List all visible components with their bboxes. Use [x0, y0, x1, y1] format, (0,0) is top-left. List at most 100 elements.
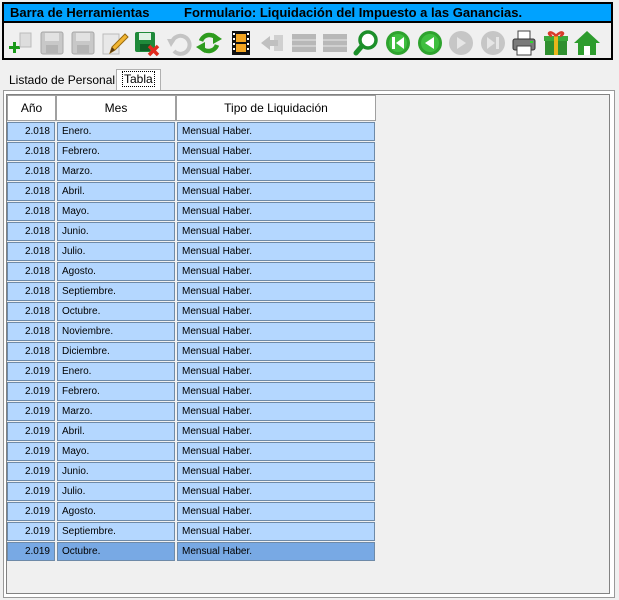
previous-record-button[interactable]: [416, 29, 444, 57]
delete-record-button[interactable]: [132, 29, 160, 57]
cell-mes[interactable]: Mayo.: [57, 202, 175, 221]
toolbar-title: Barra de Herramientas: [10, 5, 150, 20]
cell-mes[interactable]: Enero.: [57, 122, 175, 141]
cell-tipo[interactable]: Mensual Haber.: [177, 162, 375, 181]
column-header-anio[interactable]: Año: [7, 95, 56, 121]
cell-tipo[interactable]: Mensual Haber.: [177, 222, 375, 241]
cell-anio[interactable]: 2.019: [7, 462, 55, 481]
last-record-button: [479, 29, 507, 57]
cell-anio[interactable]: 2.018: [7, 182, 55, 201]
cell-mes[interactable]: Junio.: [57, 222, 175, 241]
printer-button[interactable]: [510, 29, 538, 57]
cell-tipo[interactable]: Mensual Haber.: [177, 402, 375, 421]
cell-tipo[interactable]: Mensual Haber.: [177, 382, 375, 401]
cell-anio[interactable]: 2.018: [7, 222, 55, 241]
cell-anio[interactable]: 2.019: [7, 522, 55, 541]
cell-anio[interactable]: 2.019: [7, 482, 55, 501]
cell-anio[interactable]: 2.018: [7, 262, 55, 281]
cell-tipo[interactable]: Mensual Haber.: [177, 502, 375, 521]
save-button: [38, 29, 66, 57]
undo-button: [164, 29, 192, 57]
cell-mes[interactable]: Abril.: [57, 422, 175, 441]
cell-anio[interactable]: 2.019: [7, 382, 55, 401]
cell-anio[interactable]: 2.019: [7, 542, 55, 561]
cell-anio[interactable]: 2.018: [7, 162, 55, 181]
search-button[interactable]: [353, 29, 381, 57]
home-icon: [574, 31, 600, 55]
refresh-button[interactable]: [195, 29, 223, 57]
cell-tipo[interactable]: Mensual Haber.: [177, 282, 375, 301]
delete-record-icon: [135, 32, 160, 57]
cell-tipo[interactable]: Mensual Haber.: [177, 422, 375, 441]
cell-anio[interactable]: 2.019: [7, 442, 55, 461]
add-button[interactable]: [6, 29, 34, 57]
cell-anio[interactable]: 2.018: [7, 202, 55, 221]
grid-icon: [291, 34, 316, 52]
cell-mes[interactable]: Mayo.: [57, 442, 175, 461]
cell-mes[interactable]: Octubre.: [57, 302, 175, 321]
grid-alt-button: [321, 29, 349, 57]
last-record-icon: [480, 31, 505, 55]
cell-tipo[interactable]: Mensual Haber.: [177, 182, 375, 201]
cell-tipo[interactable]: Mensual Haber.: [177, 122, 375, 141]
cell-mes[interactable]: Enero.: [57, 362, 175, 381]
next-record-icon: [449, 31, 473, 55]
cell-anio[interactable]: 2.019: [7, 402, 55, 421]
printer-icon: [512, 30, 536, 56]
cell-mes[interactable]: Septiembre.: [57, 522, 175, 541]
cell-mes[interactable]: Marzo.: [57, 162, 175, 181]
cell-anio[interactable]: 2.019: [7, 362, 55, 381]
cell-anio[interactable]: 2.018: [7, 302, 55, 321]
cell-mes[interactable]: Diciembre.: [57, 342, 175, 361]
cell-tipo[interactable]: Mensual Haber.: [177, 262, 375, 281]
cell-anio[interactable]: 2.018: [7, 242, 55, 261]
cell-mes[interactable]: Agosto.: [57, 262, 175, 281]
first-record-button[interactable]: [384, 29, 412, 57]
save-icon: [40, 31, 63, 55]
cell-tipo[interactable]: Mensual Haber.: [177, 462, 375, 481]
cell-tipo[interactable]: Mensual Haber.: [177, 302, 375, 321]
film-icon: [231, 31, 250, 55]
cell-tipo[interactable]: Mensual Haber.: [177, 362, 375, 381]
cell-tipo[interactable]: Mensual Haber.: [177, 482, 375, 501]
tab-tabla[interactable]: Tabla: [116, 69, 161, 90]
cell-mes[interactable]: Febrero.: [57, 382, 175, 401]
cell-anio[interactable]: 2.018: [7, 122, 55, 141]
tab-listado-personal[interactable]: Listado de Personal: [4, 71, 120, 90]
cell-mes[interactable]: Abril.: [57, 182, 175, 201]
cell-mes[interactable]: Noviembre.: [57, 322, 175, 341]
cell-anio[interactable]: 2.019: [7, 502, 55, 521]
cell-mes[interactable]: Julio.: [57, 482, 175, 501]
cell-tipo[interactable]: Mensual Haber.: [177, 342, 375, 361]
cell-mes[interactable]: Febrero.: [57, 142, 175, 161]
gift-button[interactable]: [542, 29, 570, 57]
cell-tipo[interactable]: Mensual Haber.: [177, 442, 375, 461]
cell-mes[interactable]: Marzo.: [57, 402, 175, 421]
cell-tipo[interactable]: Mensual Haber.: [177, 542, 375, 561]
search-icon: [353, 30, 378, 56]
edit-pencil-button[interactable]: [101, 29, 129, 57]
cell-mes[interactable]: Agosto.: [57, 502, 175, 521]
cell-mes[interactable]: Septiembre.: [57, 282, 175, 301]
toolbar: Barra de Herramientas Formulario: Liquid…: [2, 2, 613, 60]
data-grid[interactable]: Año Mes Tipo de Liquidación 2.018 Enero. M…: [6, 94, 610, 594]
cell-anio[interactable]: 2.018: [7, 142, 55, 161]
cell-anio[interactable]: 2.018: [7, 282, 55, 301]
column-header-mes[interactable]: Mes: [56, 95, 176, 121]
cell-tipo[interactable]: Mensual Haber.: [177, 522, 375, 541]
cell-mes[interactable]: Junio.: [57, 462, 175, 481]
column-header-tipo[interactable]: Tipo de Liquidación: [176, 95, 376, 121]
cell-tipo[interactable]: Mensual Haber.: [177, 142, 375, 161]
save-as-icon: [71, 31, 95, 55]
film-button[interactable]: [227, 29, 255, 57]
cell-mes[interactable]: Octubre.: [57, 542, 175, 561]
cell-anio[interactable]: 2.018: [7, 322, 55, 341]
cell-tipo[interactable]: Mensual Haber.: [177, 322, 375, 341]
cell-anio[interactable]: 2.018: [7, 342, 55, 361]
cell-mes[interactable]: Julio.: [57, 242, 175, 261]
tab-label: Listado de Personal: [9, 73, 116, 87]
cell-tipo[interactable]: Mensual Haber.: [177, 202, 375, 221]
cell-anio[interactable]: 2.019: [7, 422, 55, 441]
home-button[interactable]: [573, 29, 601, 57]
cell-tipo[interactable]: Mensual Haber.: [177, 242, 375, 261]
